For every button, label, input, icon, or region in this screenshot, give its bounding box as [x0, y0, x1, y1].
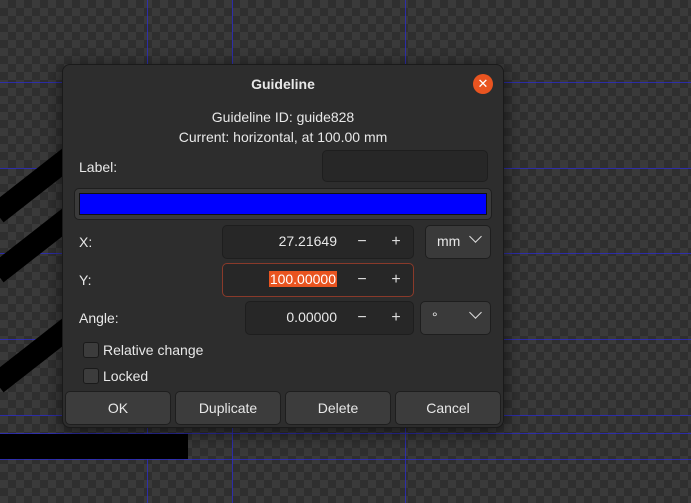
x-decrement-button[interactable]: −	[345, 226, 379, 258]
y-decrement-button[interactable]: −	[345, 264, 379, 296]
duplicate-button[interactable]: Duplicate	[175, 391, 281, 425]
chevron-down-icon	[469, 306, 482, 319]
color-button[interactable]	[74, 188, 492, 220]
x-label: X:	[79, 234, 93, 250]
chevron-down-icon	[469, 230, 482, 243]
guideline-dialog: Guideline ✕ Guideline ID: guide828 Curre…	[62, 64, 504, 428]
angle-increment-button[interactable]: +	[379, 302, 413, 334]
cancel-button[interactable]: Cancel	[395, 391, 501, 425]
unit-dropdown[interactable]: mm	[425, 225, 491, 259]
x-spinbox[interactable]: 27.21649 − +	[222, 225, 414, 259]
guideline-horizontal	[0, 459, 691, 460]
x-value[interactable]: 27.21649	[279, 233, 337, 249]
y-label: Y:	[79, 272, 92, 288]
angle-label: Angle:	[79, 310, 119, 326]
canvas-shape	[0, 434, 188, 459]
angle-decrement-button[interactable]: −	[345, 302, 379, 334]
relative-change-checkbox[interactable]	[83, 342, 99, 358]
y-value[interactable]: 100.00000	[268, 271, 337, 287]
close-icon: ✕	[477, 76, 489, 91]
delete-button[interactable]: Delete	[285, 391, 391, 425]
label-input[interactable]	[322, 150, 488, 182]
color-swatch	[79, 193, 487, 215]
x-increment-button[interactable]: +	[379, 226, 413, 258]
angle-spinbox[interactable]: 0.00000 − +	[245, 301, 414, 335]
relative-change-label[interactable]: Relative change	[103, 342, 203, 358]
ok-button[interactable]: OK	[65, 391, 171, 425]
titlebar[interactable]: Guideline ✕	[63, 65, 503, 103]
guideline-id-text: Guideline ID: guide828	[211, 109, 355, 125]
current-position-text: Current: horizontal, at 100.00 mm	[178, 129, 388, 145]
dialog-title: Guideline	[251, 76, 315, 92]
y-increment-button[interactable]: +	[379, 264, 413, 296]
locked-label[interactable]: Locked	[103, 368, 148, 384]
y-spinbox[interactable]: 100.00000 − +	[222, 263, 414, 297]
y-value-wrap[interactable]: 100.00000	[268, 271, 337, 287]
label-field-label: Label:	[79, 159, 118, 175]
angle-unit-value: °	[432, 309, 438, 325]
angle-value[interactable]: 0.00000	[286, 309, 337, 325]
close-button[interactable]: ✕	[473, 74, 493, 94]
angle-unit-dropdown[interactable]: °	[420, 301, 491, 335]
unit-value: mm	[437, 233, 461, 249]
locked-checkbox[interactable]	[83, 368, 99, 384]
